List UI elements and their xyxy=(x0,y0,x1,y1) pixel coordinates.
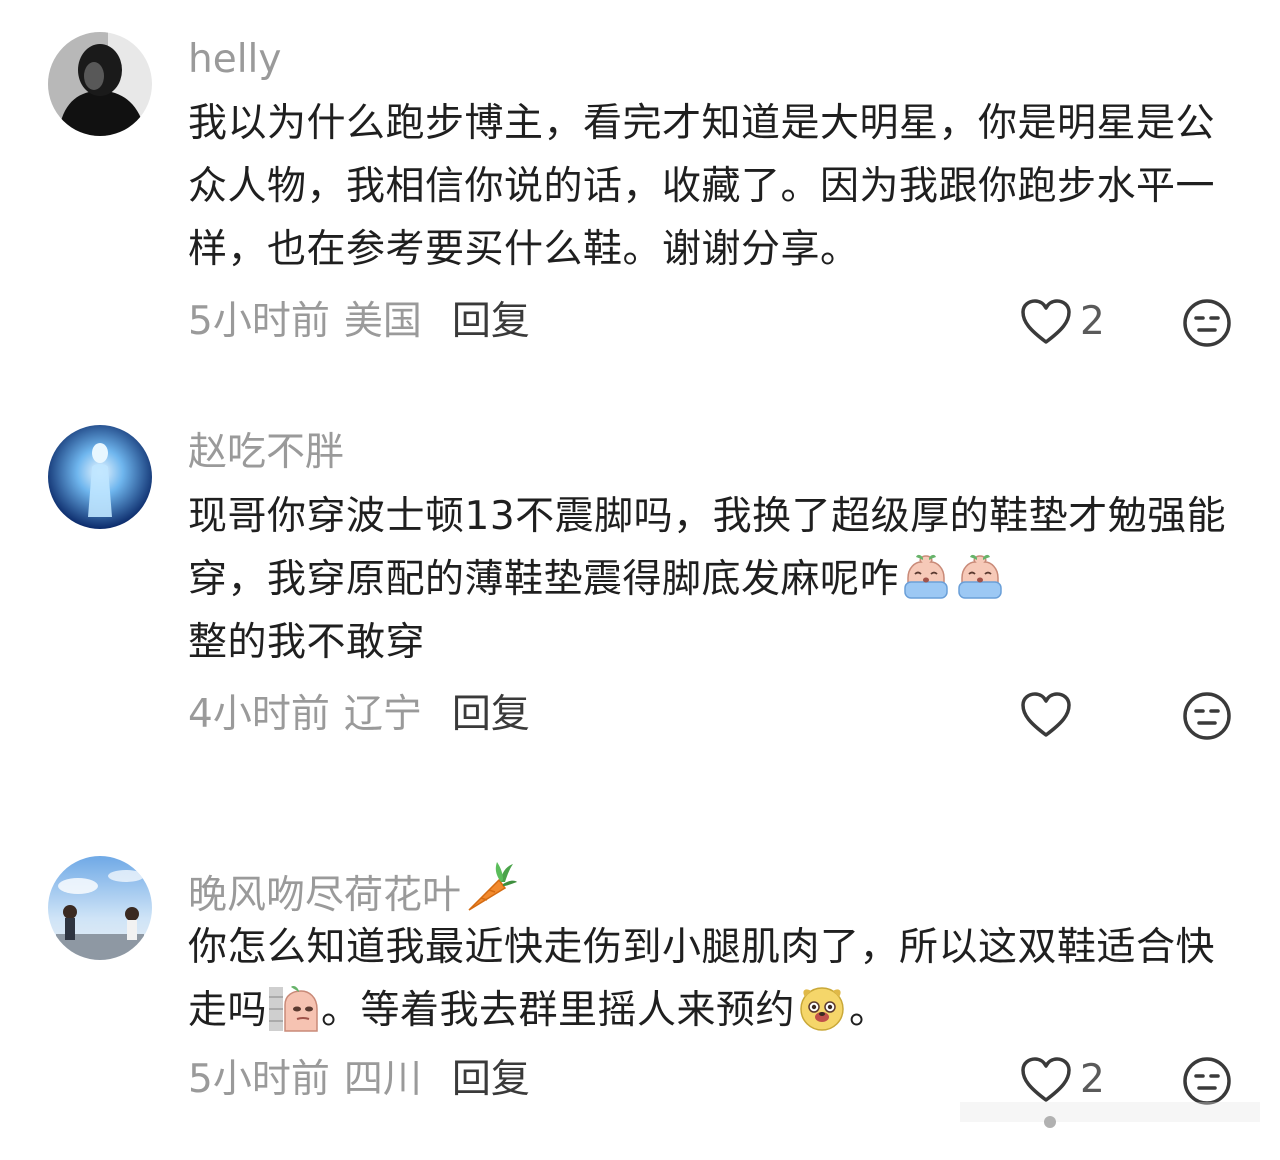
username[interactable]: helly xyxy=(188,36,281,84)
avatar-anime-scene-icon xyxy=(48,856,152,960)
comment-text-part: 整的我不敢穿 xyxy=(188,620,426,665)
watermark-icon xyxy=(960,1102,1260,1128)
avatar-dark-portrait-icon xyxy=(48,32,152,136)
comment-text-part: 现哥你穿波士顿13不震脚吗，我换了超级厚的鞋垫才勉强能穿，我穿原配的薄鞋垫震得脚… xyxy=(188,494,1227,602)
like-button[interactable]: 2 xyxy=(1020,298,1105,346)
crying-peach-emoji-icon xyxy=(904,554,948,599)
comment-meta: 4小时前 辽宁 回复 xyxy=(188,691,530,739)
neutral-face-icon xyxy=(1183,692,1231,740)
reply-button[interactable]: 回复 xyxy=(452,692,530,737)
comment-text-part: 。 xyxy=(849,988,889,1033)
timestamp: 5小时前 xyxy=(188,1057,330,1102)
heart-icon xyxy=(1021,692,1071,737)
avatar[interactable] xyxy=(48,32,152,136)
dislike-button[interactable] xyxy=(1182,298,1232,352)
like-button[interactable] xyxy=(1020,691,1080,739)
neutral-face-icon xyxy=(1183,299,1231,347)
dislike-button[interactable] xyxy=(1182,691,1232,745)
comment-text-part: 。等着我去群里摇人来预约 xyxy=(321,988,796,1033)
location: 辽宁 xyxy=(343,692,422,737)
carrot-emoji-icon xyxy=(468,862,518,911)
reply-button[interactable]: 回复 xyxy=(452,1057,530,1102)
timestamp: 4小时前 xyxy=(188,692,330,737)
location: 四川 xyxy=(343,1057,422,1102)
like-count: 2 xyxy=(1080,299,1105,344)
comment-text: 现哥你穿波士顿13不震脚吗，我换了超级厚的鞋垫才勉强能穿，我穿原配的薄鞋垫震得脚… xyxy=(188,485,1248,674)
comment-meta: 5小时前 四川 回复 xyxy=(188,1056,530,1104)
comment-meta: 5小时前 美国 回复 xyxy=(188,298,530,346)
username-text: 晚风吻尽荷花叶 xyxy=(188,873,462,918)
comment-text: 你怎么知道我最近快走伤到小腿肌肉了，所以这双鞋适合快走吗 。等着我去群里摇人来预… xyxy=(188,916,1248,1042)
location: 美国 xyxy=(343,299,422,344)
reply-button[interactable]: 回复 xyxy=(452,299,530,344)
heart-icon xyxy=(1021,299,1071,344)
cheering-dog-emoji-icon xyxy=(800,987,844,1031)
crying-peach-emoji-icon xyxy=(958,554,1002,599)
timestamp: 5小时前 xyxy=(188,299,330,344)
username[interactable]: 晚风吻尽荷花叶 xyxy=(188,860,518,920)
username[interactable]: 赵吃不胖 xyxy=(188,429,344,477)
avatar[interactable] xyxy=(48,425,152,529)
peach-peeking-wall-emoji-icon xyxy=(269,986,318,1032)
avatar-glowing-figure-icon xyxy=(48,425,152,529)
comment-text: 我以为什么跑步博主，看完才知道是大明星，你是明星是公众人物，我相信你说的话，收藏… xyxy=(188,101,1216,272)
avatar[interactable] xyxy=(48,856,152,960)
